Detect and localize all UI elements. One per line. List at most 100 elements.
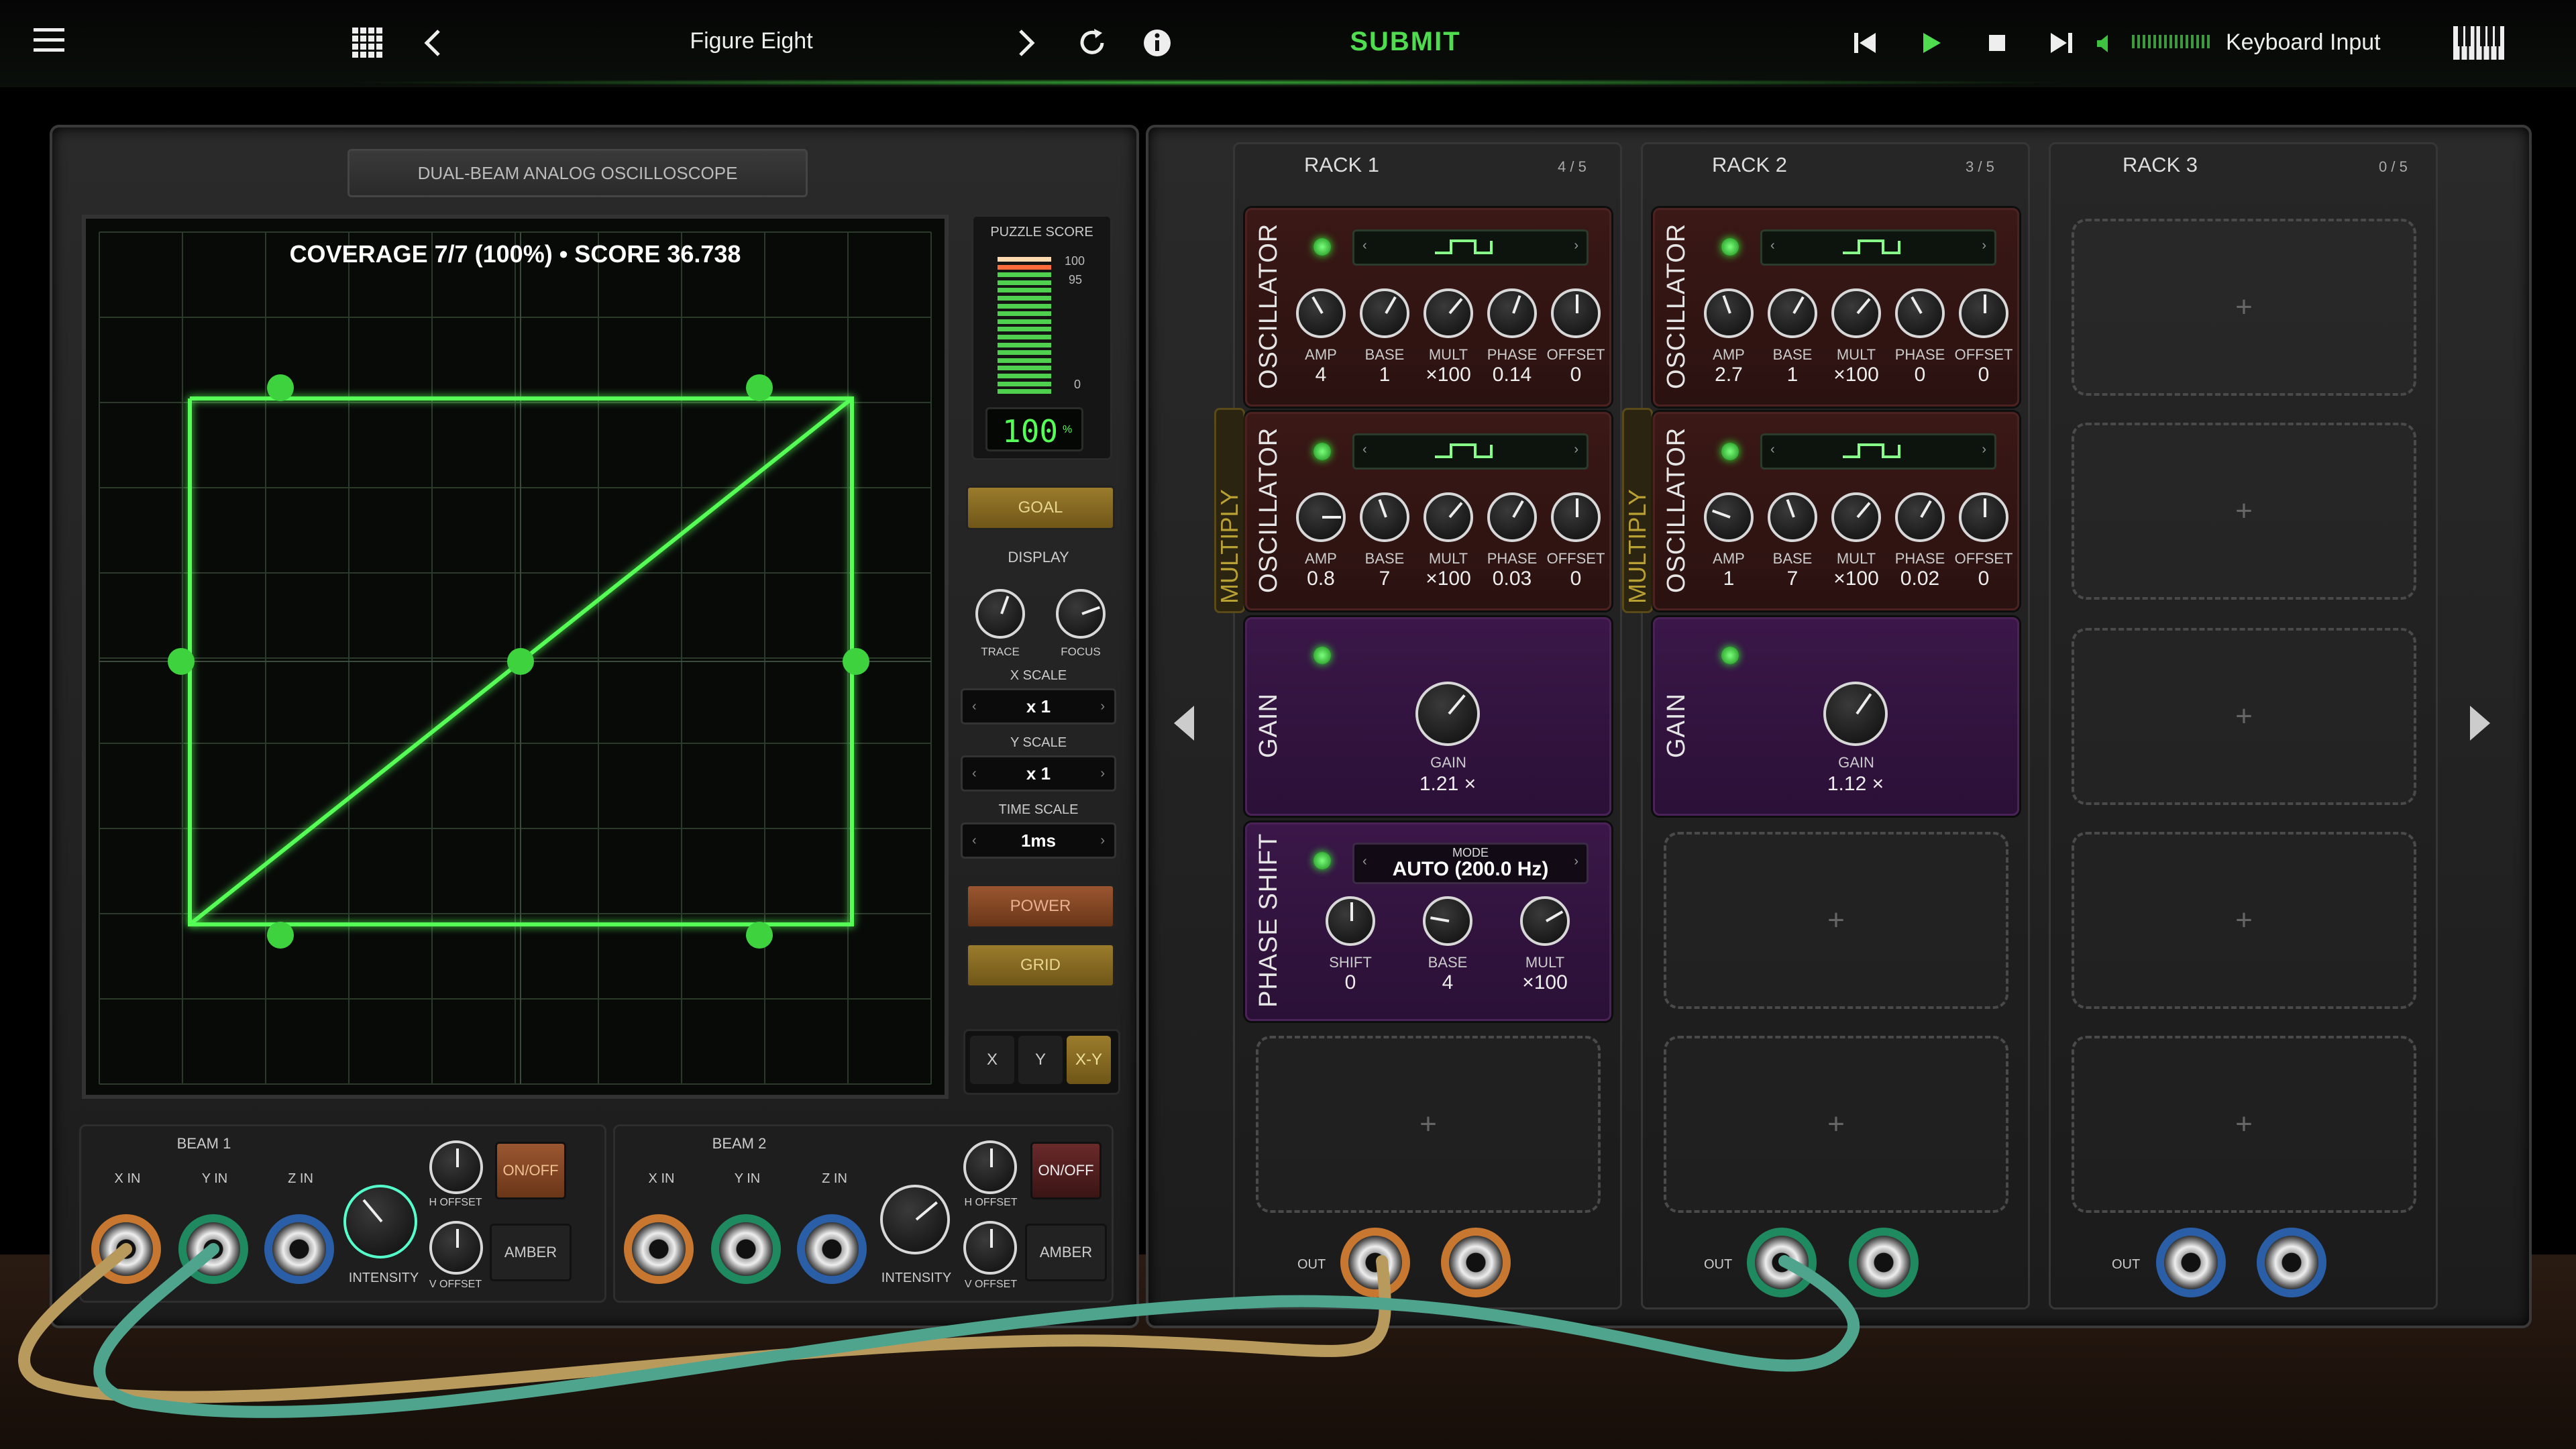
rack-1-osc-1-waveform-select[interactable]: ‹ › <box>1352 229 1589 266</box>
volume-slider[interactable] <box>2132 34 2212 50</box>
rack-1-osc-1-knob-0[interactable] <box>1296 288 1346 338</box>
focus-knob[interactable] <box>1056 589 1106 639</box>
rack-1-phase-mode-value: AUTO (200.0 Hz) <box>1392 858 1549 880</box>
rack-1-out-jack-1[interactable] <box>1340 1228 1410 1297</box>
beam-1-onoff-button[interactable]: ON/OFF <box>495 1142 566 1199</box>
rack-1-gain-knob[interactable] <box>1415 682 1480 746</box>
rack-1-phase-knob-1[interactable] <box>1423 896 1472 946</box>
volume-icon[interactable] <box>2092 27 2118 60</box>
rack-3-empty-slot[interactable]: + <box>2072 1036 2416 1213</box>
rack-2-out-jack-2[interactable] <box>1849 1228 1919 1297</box>
rack-2-osc-1-knob-3[interactable] <box>1895 288 1945 338</box>
rack-2-osc-2-knob-4[interactable] <box>1959 492 2008 542</box>
rack-next-arrow-icon[interactable] <box>2466 700 2506 747</box>
beam-2-intensity-knob[interactable] <box>880 1185 950 1254</box>
rack-1-osc-1-knob-4[interactable] <box>1551 288 1601 338</box>
beam-2-onoff-button[interactable]: ON/OFF <box>1030 1142 1102 1199</box>
rack-1-osc-2-led[interactable] <box>1313 443 1331 460</box>
rack-2-osc-1-knob-2[interactable] <box>1831 288 1881 338</box>
rack-2-osc-2-waveform-select[interactable]: ‹ › <box>1760 433 1996 470</box>
beam-1-z-in-jack[interactable] <box>264 1214 334 1284</box>
rack-2-osc-1-knob-1[interactable] <box>1768 288 1817 338</box>
skip-back-icon[interactable] <box>1848 24 1882 62</box>
rack-prev-arrow-icon[interactable] <box>1171 700 1212 747</box>
rack-2-gain-knob[interactable] <box>1823 682 1888 746</box>
rack-2-osc-1-waveform-select[interactable]: ‹ › <box>1760 229 1996 266</box>
rack-2-osc-2-knob-3[interactable] <box>1895 492 1945 542</box>
stop-icon[interactable] <box>1980 24 2014 62</box>
beam-1-intensity-knob[interactable] <box>343 1185 417 1258</box>
rack-2-osc-1-knob-0[interactable] <box>1704 288 1754 338</box>
rack-1-osc-1-knob-1[interactable] <box>1360 288 1409 338</box>
rack-2-osc-2-knob-0[interactable] <box>1704 492 1754 542</box>
beam-2-z-in-jack[interactable] <box>797 1214 867 1284</box>
power-button[interactable]: POWER <box>966 884 1115 928</box>
trace-knob[interactable] <box>975 589 1025 639</box>
top-bar: Figure Eight SUBMIT Keyboard Input <box>0 0 2576 87</box>
y-scale-select[interactable]: ‹ x 1 › <box>961 755 1116 792</box>
beam-1-y-in-jack[interactable] <box>178 1214 248 1284</box>
rack-2-gain-led[interactable] <box>1721 647 1739 664</box>
rack-2-osc-2-knob-2[interactable] <box>1831 492 1881 542</box>
grid-icon[interactable] <box>349 24 386 62</box>
beam-1-h-offset-knob[interactable] <box>429 1140 483 1194</box>
rack-1-phase-knob-0[interactable] <box>1326 896 1375 946</box>
rack-1-osc-1-knob-2[interactable] <box>1424 288 1473 338</box>
skip-forward-icon[interactable] <box>2045 24 2078 62</box>
rack-1-empty-slot[interactable]: + <box>1256 1036 1601 1213</box>
rack-1-phase-shift-led[interactable] <box>1313 852 1331 869</box>
rack-1-osc-2-knob-2[interactable] <box>1424 492 1473 542</box>
rack-3-empty-slot[interactable]: + <box>2072 628 2416 805</box>
rack-3-empty-slot[interactable]: + <box>2072 219 2416 396</box>
rack-1-osc-2-knob-1[interactable] <box>1360 492 1409 542</box>
rack-1-osc-1-led[interactable] <box>1313 238 1331 256</box>
rack-2-osc-1-knob-4[interactable] <box>1959 288 2008 338</box>
rack-3-out-jack-1[interactable] <box>2156 1228 2226 1297</box>
time-scale-select[interactable]: ‹ 1ms › <box>961 822 1116 859</box>
rack-1-osc-2-knob-0[interactable] <box>1296 492 1346 542</box>
beam-2-v-offset-knob[interactable] <box>963 1221 1017 1275</box>
rack-3-empty-slot[interactable]: + <box>2072 832 2416 1009</box>
rack-1-osc-1-knob-3[interactable] <box>1487 288 1537 338</box>
keyboard-input-label[interactable]: Keyboard Input <box>2226 30 2440 56</box>
chevron-right-icon[interactable] <box>1010 23 1043 63</box>
rack-1-osc-2-knob-3[interactable] <box>1487 492 1537 542</box>
rack-1-osc-2-knob-4[interactable] <box>1551 492 1601 542</box>
rack-1-osc-2-waveform-select[interactable]: ‹ › <box>1352 433 1589 470</box>
rack-1-phase-knob-label-0: SHIFT <box>1329 954 1372 971</box>
beam-2-h-offset-knob[interactable] <box>963 1140 1017 1194</box>
rack-2-out-jack-1[interactable] <box>1747 1228 1817 1297</box>
rack-2-osc-2-led[interactable] <box>1721 443 1739 460</box>
x-scale-select[interactable]: ‹ x 1 › <box>961 688 1116 724</box>
rack-2-osc-2-knob-1[interactable] <box>1768 492 1817 542</box>
chevron-left-icon[interactable] <box>416 23 449 63</box>
beam-2-x-in-jack[interactable] <box>624 1214 694 1284</box>
menu-icon[interactable] <box>27 20 74 60</box>
info-icon[interactable] <box>1137 23 1177 63</box>
mode-x-button[interactable]: X <box>970 1036 1014 1084</box>
beam-1-amber-button[interactable]: AMBER <box>490 1224 572 1281</box>
rack-1-gain-led[interactable] <box>1313 647 1331 664</box>
beam-1-x-in-jack[interactable] <box>91 1214 161 1284</box>
rack-2-empty-slot[interactable]: + <box>1664 832 2008 1009</box>
beam-1-v-offset-knob[interactable] <box>429 1221 483 1275</box>
mode-y-button[interactable]: Y <box>1018 1036 1063 1084</box>
rack-2-osc-1-label: OSCILLATOR <box>1662 223 1690 389</box>
rack-1-phase-mode-select[interactable]: ‹ › MODE AUTO (200.0 Hz) <box>1352 843 1589 884</box>
beam-2-amber-button[interactable]: AMBER <box>1025 1224 1107 1281</box>
beam-2-y-in-jack[interactable] <box>711 1214 781 1284</box>
rack-2-empty-slot[interactable]: + <box>1664 1036 2008 1213</box>
goal-button[interactable]: GOAL <box>966 486 1115 530</box>
beam-1-intensity-label: INTENSITY <box>348 1271 419 1285</box>
rack-3-out-jack-2[interactable] <box>2257 1228 2326 1297</box>
piano-keys-icon[interactable] <box>2452 23 2506 63</box>
restart-icon[interactable] <box>1072 23 1112 63</box>
play-icon[interactable] <box>1915 24 1949 62</box>
rack-3-empty-slot[interactable]: + <box>2072 423 2416 600</box>
mode-xy-button[interactable]: X-Y <box>1067 1036 1111 1084</box>
rack-1-phase-knob-2[interactable] <box>1520 896 1570 946</box>
submit-button[interactable]: SUBMIT <box>1315 27 1496 57</box>
rack-1-out-jack-2[interactable] <box>1441 1228 1511 1297</box>
grid-button[interactable]: GRID <box>966 943 1115 987</box>
rack-2-osc-1-led[interactable] <box>1721 238 1739 256</box>
